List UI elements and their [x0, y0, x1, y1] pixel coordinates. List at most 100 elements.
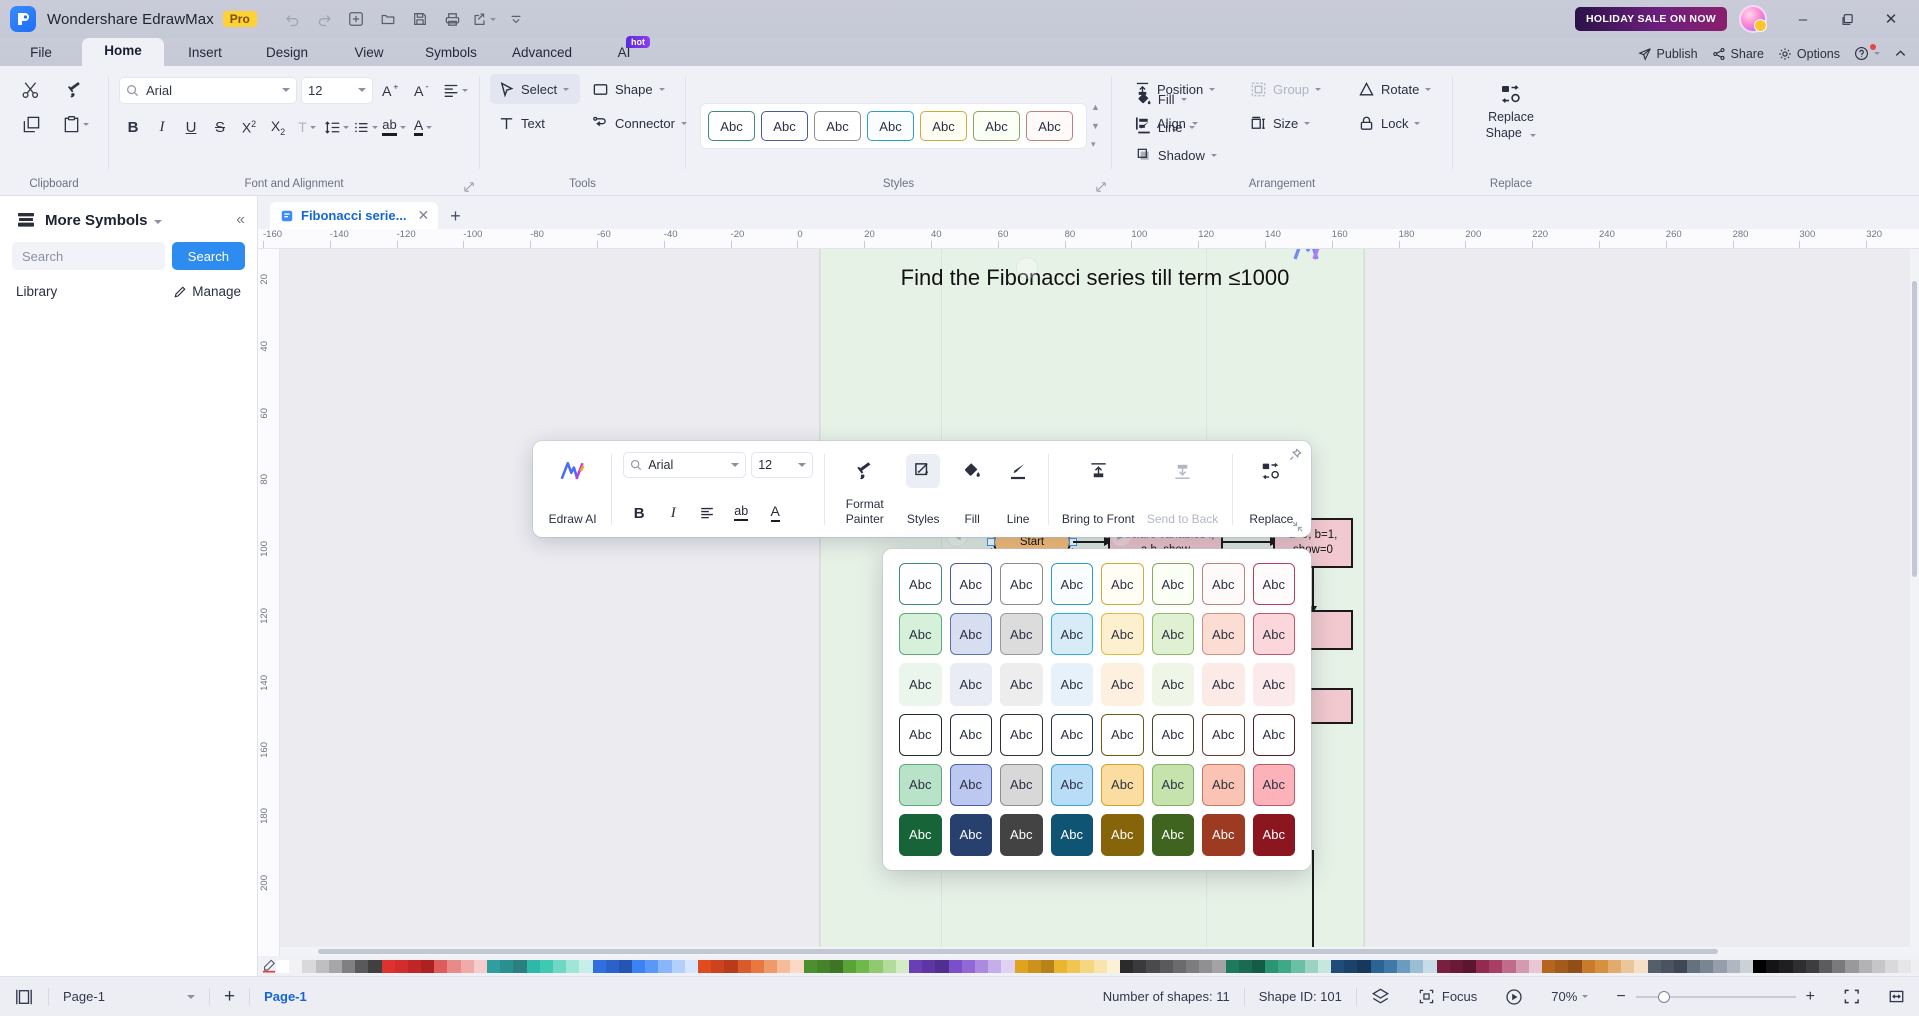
styles-dialog-launcher[interactable] — [1096, 182, 1106, 192]
menu-item-ai[interactable]: AI hot — [592, 36, 656, 66]
font-size-combo[interactable]: 12 — [301, 76, 373, 104]
color-swatch[interactable] — [1884, 959, 1899, 973]
increase-font-size-button[interactable]: A + — [377, 74, 405, 106]
select-tool-button[interactable]: Select — [490, 74, 580, 104]
color-swatch[interactable] — [1594, 959, 1608, 973]
color-swatch[interactable] — [1713, 959, 1727, 973]
color-swatch[interactable] — [552, 959, 567, 973]
style-swatch[interactable]: Abc — [1101, 763, 1144, 806]
style-swatch[interactable]: Abc — [949, 813, 992, 856]
color-swatch[interactable] — [1370, 959, 1384, 973]
color-swatch[interactable] — [407, 959, 422, 973]
options-button[interactable]: Options — [1778, 47, 1840, 61]
menu-item-symbols[interactable]: Symbols — [410, 45, 492, 66]
color-swatch[interactable] — [526, 959, 540, 973]
color-swatch[interactable] — [895, 959, 909, 973]
color-swatch[interactable] — [1634, 959, 1648, 973]
color-swatch[interactable] — [1304, 959, 1318, 973]
style-swatch[interactable]: Abc — [973, 111, 1020, 141]
style-swatch[interactable]: Abc — [1151, 763, 1194, 806]
color-swatch[interactable] — [1753, 959, 1767, 973]
styles-gallery[interactable]: Abc Abc Abc Abc Abc Abc Abc — [700, 103, 1087, 149]
style-swatch[interactable]: Abc — [949, 713, 992, 756]
style-swatch[interactable]: Abc — [814, 111, 861, 141]
menu-item-file[interactable]: File — [0, 45, 82, 66]
fit-width-button[interactable] — [1874, 977, 1919, 1016]
style-swatch[interactable]: Abc — [1202, 563, 1245, 606]
style-swatch[interactable]: Abc — [1252, 713, 1295, 756]
text-highlight-button[interactable]: ab — [380, 111, 408, 143]
add-page-button[interactable]: + — [210, 977, 249, 1016]
style-swatch[interactable]: Abc — [867, 111, 914, 141]
group-button[interactable]: Group — [1242, 74, 1334, 104]
paragraph-align-button[interactable] — [441, 74, 469, 106]
format-painter-button[interactable]: Format Painter — [832, 450, 897, 529]
style-swatch[interactable]: Abc — [949, 613, 992, 656]
color-swatch[interactable] — [1001, 959, 1015, 973]
color-swatch[interactable] — [1317, 959, 1331, 973]
underline-button[interactable]: U — [177, 111, 205, 143]
styles-gallery-scroll[interactable]: ▲ ▼ ▾ — [1091, 103, 1100, 149]
symbols-search-input[interactable]: Search — [12, 242, 165, 270]
color-swatch[interactable] — [1687, 959, 1701, 973]
color-swatch[interactable] — [711, 959, 725, 973]
color-swatch[interactable] — [974, 959, 989, 973]
color-swatch[interactable] — [1502, 959, 1516, 973]
color-swatch[interactable] — [447, 959, 461, 973]
style-swatch[interactable]: Abc — [1202, 763, 1245, 806]
color-swatch[interactable] — [1607, 959, 1622, 973]
color-swatch[interactable] — [1660, 959, 1674, 973]
text-tool-button[interactable]: Text — [490, 108, 580, 138]
redo-icon[interactable] — [311, 7, 338, 32]
color-swatch[interactable] — [289, 959, 303, 973]
style-swatch[interactable]: Abc — [1202, 813, 1245, 856]
color-swatch[interactable] — [922, 959, 936, 973]
zoom-slider[interactable]: − + — [1602, 977, 1829, 1016]
style-swatch[interactable]: Abc — [1252, 813, 1295, 856]
color-swatch[interactable] — [1120, 959, 1134, 973]
style-swatch[interactable]: Abc — [1101, 613, 1144, 656]
color-swatch[interactable] — [1568, 959, 1582, 973]
italic-button[interactable]: I — [148, 111, 176, 143]
style-swatch[interactable]: Abc — [899, 613, 942, 656]
color-swatch[interactable] — [487, 959, 501, 973]
gallery-expand-icon[interactable]: ▾ — [1091, 140, 1100, 149]
color-swatch[interactable] — [856, 959, 870, 973]
style-swatch[interactable]: Abc — [1202, 613, 1245, 656]
style-swatch[interactable]: Abc — [949, 763, 992, 806]
color-swatch[interactable] — [1766, 959, 1780, 973]
collapse-panel-button[interactable]: « — [236, 211, 245, 229]
font-color-button[interactable]: A — [759, 499, 791, 527]
color-swatch[interactable] — [276, 959, 290, 973]
color-swatch[interactable] — [539, 959, 553, 973]
manage-button[interactable]: Manage — [173, 284, 241, 299]
connector-start-declare[interactable] — [1073, 541, 1107, 543]
style-swatch[interactable]: Abc — [1101, 663, 1144, 706]
style-swatch[interactable]: Abc — [1026, 111, 1073, 141]
color-swatch[interactable] — [988, 959, 1002, 973]
color-swatch[interactable] — [1858, 959, 1872, 973]
vertical-scrollbar-thumb[interactable] — [1912, 281, 1917, 577]
style-swatch[interactable]: Abc — [1151, 613, 1194, 656]
floating-font-size-combo[interactable]: 12 — [751, 452, 814, 478]
menu-item-view[interactable]: View — [328, 45, 410, 66]
color-swatch[interactable] — [394, 959, 408, 973]
color-swatch[interactable] — [632, 959, 646, 973]
style-swatch[interactable]: Abc — [899, 563, 942, 606]
bold-button[interactable]: B — [623, 499, 655, 527]
style-swatch[interactable]: Abc — [1151, 813, 1194, 856]
align-button[interactable]: Align — [1126, 108, 1226, 138]
color-swatch[interactable] — [1792, 959, 1806, 973]
color-swatch[interactable] — [1647, 959, 1661, 973]
color-swatch[interactable] — [1133, 959, 1147, 973]
color-swatch[interactable] — [724, 959, 738, 973]
floating-font-family-combo[interactable]: Arial — [623, 452, 747, 478]
color-swatch[interactable] — [355, 959, 369, 973]
rotate-button[interactable]: Rotate — [1350, 74, 1442, 104]
color-swatch[interactable] — [1212, 959, 1226, 973]
style-swatch[interactable]: Abc — [949, 563, 992, 606]
color-swatch[interactable] — [1779, 959, 1793, 973]
menu-item-insert[interactable]: Insert — [164, 45, 246, 66]
color-swatch[interactable] — [909, 959, 923, 973]
bullet-list-button[interactable] — [351, 111, 379, 143]
